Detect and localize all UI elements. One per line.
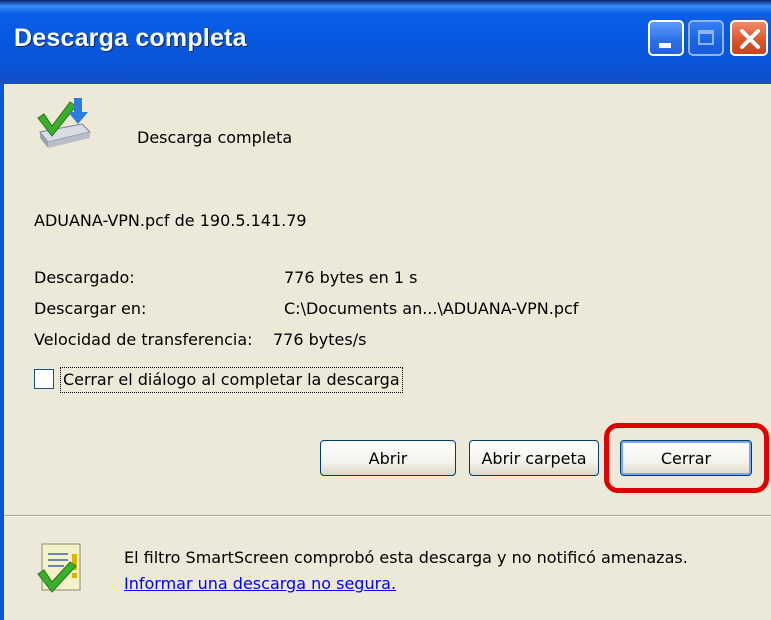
- file-source-line: ADUANA-VPN.pcf de 190.5.141.79: [34, 211, 307, 230]
- open-button[interactable]: Abrir: [320, 440, 456, 476]
- window-title: Descarga completa: [14, 24, 247, 52]
- smartscreen-message: El filtro SmartScreen comprobó esta desc…: [124, 548, 688, 567]
- title-bar[interactable]: Descarga completa: [0, 0, 771, 84]
- minimize-button[interactable]: [648, 20, 684, 56]
- smartscreen-check-icon: [37, 543, 81, 593]
- close-on-complete-checkbox[interactable]: [34, 369, 54, 389]
- report-unsafe-download-link[interactable]: Informar una descarga no segura.: [124, 574, 396, 593]
- download-location-value: C:\Documents an...\ADUANA-VPN.pcf: [284, 299, 579, 318]
- transfer-rate-label: Velocidad de transferencia:: [34, 330, 253, 349]
- window-frame: [0, 84, 4, 620]
- download-complete-dialog: Descarga completa Descarga completa ADUA…: [0, 0, 771, 620]
- transfer-rate-value: 776 bytes/s: [273, 330, 367, 349]
- close-on-complete-label[interactable]: Cerrar el diálogo al completar la descar…: [60, 367, 403, 393]
- download-complete-icon: [37, 98, 91, 148]
- open-folder-button[interactable]: Abrir carpeta: [469, 440, 599, 476]
- close-icon: [740, 29, 760, 49]
- close-button-highlight: [604, 423, 769, 493]
- header-message: Descarga completa: [137, 128, 293, 147]
- separator: [4, 515, 771, 517]
- downloaded-value: 776 bytes en 1 s: [284, 268, 418, 287]
- close-window-button[interactable]: [730, 20, 768, 56]
- download-location-label: Descargar en:: [34, 299, 147, 318]
- downloaded-label: Descargado:: [34, 268, 135, 287]
- maximize-button: [688, 20, 724, 56]
